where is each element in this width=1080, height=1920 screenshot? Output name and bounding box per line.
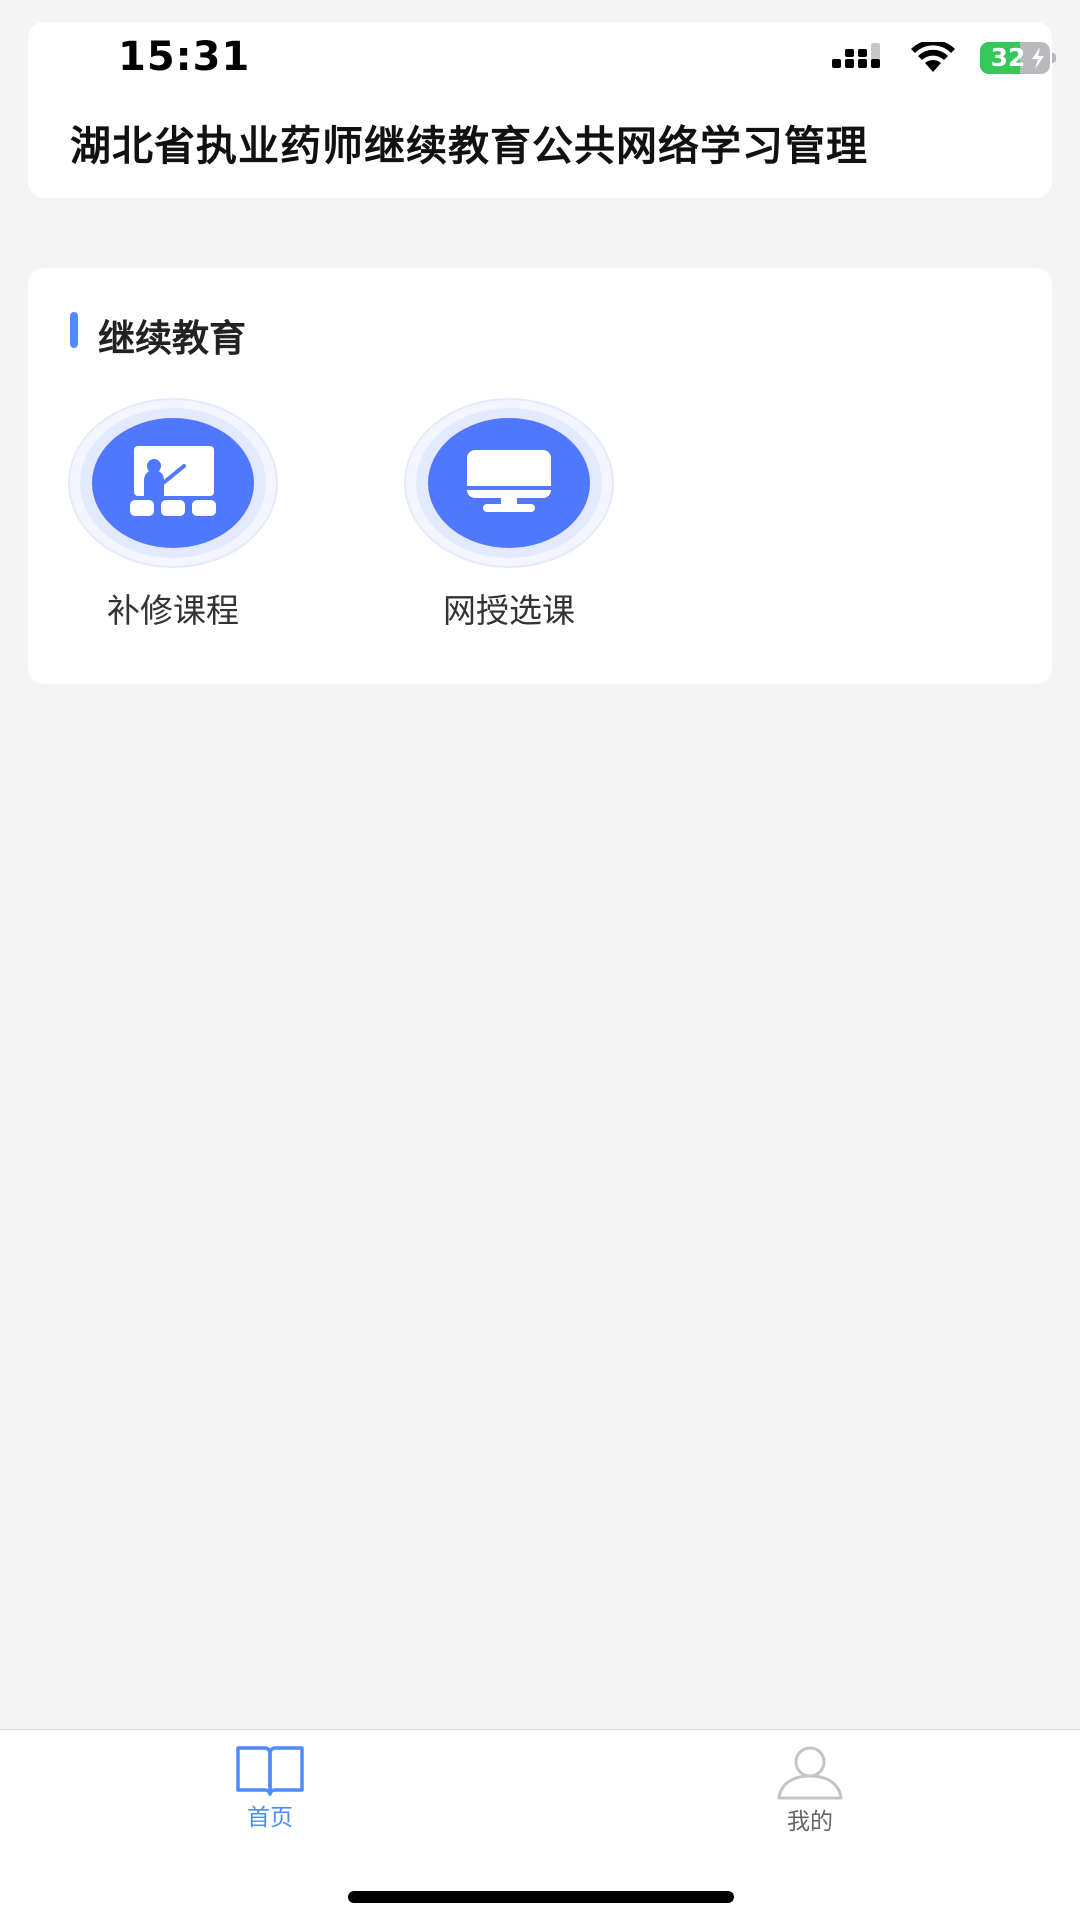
online-course-icon-circle xyxy=(404,398,614,568)
user-icon xyxy=(740,1744,880,1800)
icon-ring-inner xyxy=(428,418,590,548)
battery-icon: 32 xyxy=(980,42,1056,74)
battery-tip xyxy=(1052,53,1056,63)
status-time: 15:31 xyxy=(118,34,251,80)
online-course-selection-button[interactable]: 网授选课 xyxy=(404,398,614,632)
tab-home[interactable]: 首页 xyxy=(200,1744,340,1832)
page-title: 湖北省执业药师继续教育公共网络学习管理 xyxy=(70,122,868,170)
home-indicator[interactable] xyxy=(348,1891,734,1903)
tab-mine[interactable]: 我的 xyxy=(740,1744,880,1836)
tab-mine-label: 我的 xyxy=(787,1809,833,1835)
makeup-course-icon-circle xyxy=(68,398,278,568)
charging-bolt-icon xyxy=(1030,47,1046,73)
section-title: 继续教育 xyxy=(98,317,246,360)
section-card: 继续教育 补修课程 网授选课 xyxy=(28,268,1052,684)
computer-monitor-icon xyxy=(465,448,553,518)
makeup-course-label: 补修课程 xyxy=(107,591,239,630)
icon-ring-inner xyxy=(92,418,254,548)
section-accent-bar xyxy=(70,312,78,348)
classroom-teacher-icon xyxy=(128,444,218,522)
tab-home-label: 首页 xyxy=(247,1805,293,1831)
signal-icon xyxy=(832,43,886,73)
screen: 15:31 32 湖北省执业药师继续教育公共网络学习管理 继续教育 补修课程 网… xyxy=(0,0,1080,1920)
book-icon xyxy=(200,1744,340,1796)
wifi-icon xyxy=(910,42,956,74)
online-course-label: 网授选课 xyxy=(443,591,575,630)
status-icons: 32 xyxy=(832,40,1056,76)
battery-level: 32 xyxy=(990,43,1026,72)
makeup-course-button[interactable]: 补修课程 xyxy=(68,398,278,632)
